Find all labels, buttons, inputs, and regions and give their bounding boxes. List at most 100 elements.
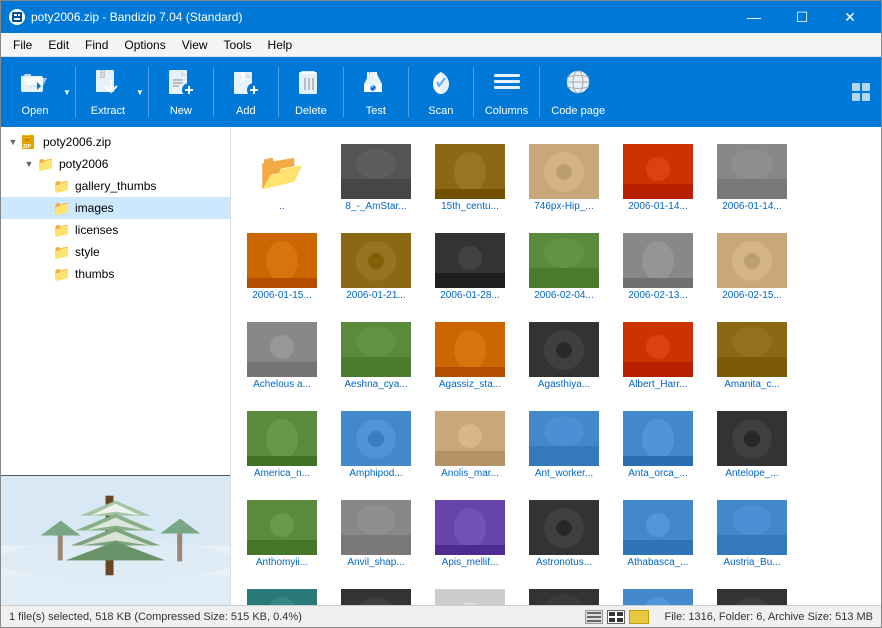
tree-item-style[interactable]: 📁 style bbox=[1, 241, 230, 263]
file-item[interactable]: 2006-02-13... bbox=[613, 222, 703, 307]
file-item[interactable]: Black-head... bbox=[519, 578, 609, 605]
file-item[interactable]: Apis_mellif... bbox=[425, 489, 515, 574]
file-thumbnail bbox=[247, 233, 317, 288]
menu-options[interactable]: Options bbox=[116, 36, 173, 54]
new-button[interactable]: New bbox=[151, 60, 211, 124]
open-arrow[interactable]: ▼ bbox=[61, 84, 73, 101]
file-thumbnail bbox=[247, 322, 317, 377]
file-thumbnail bbox=[529, 500, 599, 555]
file-thumbnail bbox=[247, 589, 317, 605]
file-item[interactable]: Albert_Harr... bbox=[613, 311, 703, 396]
file-thumbnail bbox=[529, 411, 599, 466]
file-item[interactable]: 2006-01-14... bbox=[707, 133, 797, 218]
tree-item-licenses[interactable]: 📁 licenses bbox=[1, 219, 230, 241]
file-item[interactable]: 2006-02-04... bbox=[519, 222, 609, 307]
extract-icon bbox=[92, 68, 124, 101]
preview-panel bbox=[1, 475, 230, 605]
folder-icon-thumbs: 📁 bbox=[53, 265, 71, 283]
file-item[interactable]: Boelge_sto... bbox=[613, 578, 703, 605]
file-item[interactable]: Anvil_shap... bbox=[331, 489, 421, 574]
file-item[interactable]: Aeshna_cya... bbox=[331, 311, 421, 396]
menu-edit[interactable]: Edit bbox=[40, 36, 77, 54]
menu-tools[interactable]: Tools bbox=[216, 36, 260, 54]
extract-button[interactable]: Extract bbox=[78, 60, 138, 124]
menu-view[interactable]: View bbox=[174, 36, 216, 54]
file-item[interactable]: Brazilian_N... bbox=[707, 578, 797, 605]
tree-label-images: images bbox=[75, 201, 114, 215]
toolbar: Open ▼ Extract bbox=[1, 57, 881, 127]
file-item[interactable]: 📂.. bbox=[237, 133, 327, 218]
test-icon bbox=[360, 68, 392, 101]
file-name-label: 2006-01-14... bbox=[722, 201, 782, 213]
close-button[interactable]: ✕ bbox=[827, 1, 873, 33]
file-name-label: 8_-_AmStar... bbox=[345, 201, 406, 213]
main-area: ▼ ZIP poty2006.zip ▼ bbox=[1, 127, 881, 605]
status-bar: 1 file(s) selected, 518 KB (Compressed S… bbox=[1, 605, 881, 627]
menu-file[interactable]: File bbox=[5, 36, 40, 54]
file-item[interactable]: Athabasca_... bbox=[613, 489, 703, 574]
status-color-icon[interactable] bbox=[629, 610, 649, 624]
file-name-label: Agasthiya... bbox=[538, 379, 590, 391]
view-list-icon[interactable] bbox=[585, 610, 603, 624]
file-name-label: Amphipod... bbox=[349, 468, 402, 480]
file-item[interactable]: Achelous a... bbox=[237, 311, 327, 396]
file-item[interactable]: Ant_worker... bbox=[519, 400, 609, 485]
tree-toggle-licenses bbox=[37, 222, 53, 238]
file-item[interactable]: 2006-01-21... bbox=[331, 222, 421, 307]
maximize-button[interactable]: ☐ bbox=[779, 1, 825, 33]
open-icon bbox=[19, 68, 51, 101]
file-item[interactable]: Bill_Thom... bbox=[331, 578, 421, 605]
file-item[interactable]: 2006-02-15... bbox=[707, 222, 797, 307]
file-name-label: Achelous a... bbox=[253, 379, 311, 391]
menu-help[interactable]: Help bbox=[260, 36, 301, 54]
add-button[interactable]: Add bbox=[216, 60, 276, 124]
tree-item-thumbs[interactable]: 📁 thumbs bbox=[1, 263, 230, 285]
file-item[interactable]: Astronotus... bbox=[519, 489, 609, 574]
file-thumbnail bbox=[529, 233, 599, 288]
file-item[interactable]: 2006-01-15... bbox=[237, 222, 327, 307]
tree-toggle-poty2006[interactable]: ▼ bbox=[21, 156, 37, 172]
menu-find[interactable]: Find bbox=[77, 36, 116, 54]
file-item[interactable]: America_n... bbox=[237, 400, 327, 485]
sep4 bbox=[278, 67, 279, 117]
file-item[interactable]: Anta_orca_... bbox=[613, 400, 703, 485]
add-label: Add bbox=[236, 105, 256, 117]
tree-item-images[interactable]: 📁 images bbox=[1, 197, 230, 219]
file-item[interactable]: Anolis_mar... bbox=[425, 400, 515, 485]
file-item[interactable]: Amanita_c... bbox=[707, 311, 797, 396]
file-item[interactable]: Bismuth_cr... bbox=[425, 578, 515, 605]
file-item[interactable]: Berlin_Worl... bbox=[237, 578, 327, 605]
extract-arrow[interactable]: ▼ bbox=[134, 84, 146, 101]
codepage-button[interactable]: Code page bbox=[542, 60, 614, 124]
minimize-button[interactable]: — bbox=[731, 1, 777, 33]
view-toggle-icon[interactable] bbox=[851, 82, 871, 102]
file-item[interactable]: 2006-01-28... bbox=[425, 222, 515, 307]
tree-item-zip[interactable]: ▼ ZIP poty2006.zip bbox=[1, 131, 230, 153]
view-grid-icon[interactable] bbox=[607, 610, 625, 624]
folder-icon-gallery: 📁 bbox=[53, 177, 71, 195]
file-item[interactable]: Antelope_... bbox=[707, 400, 797, 485]
tree-toggle-zip[interactable]: ▼ bbox=[5, 134, 21, 150]
file-item[interactable]: Agasthiya... bbox=[519, 311, 609, 396]
open-button[interactable]: Open bbox=[5, 60, 65, 124]
file-item[interactable]: 2006-01-14... bbox=[613, 133, 703, 218]
file-item[interactable]: 15th_centu... bbox=[425, 133, 515, 218]
tree-label-thumbs: thumbs bbox=[75, 267, 114, 281]
file-item[interactable]: 8_-_AmStar... bbox=[331, 133, 421, 218]
test-button[interactable]: Test bbox=[346, 60, 406, 124]
tree-item-poty2006[interactable]: ▼ 📁 poty2006 bbox=[1, 153, 230, 175]
file-item[interactable]: Amphipod... bbox=[331, 400, 421, 485]
delete-button[interactable]: Delete bbox=[281, 60, 341, 124]
file-thumbnail bbox=[247, 411, 317, 466]
tree-item-gallery[interactable]: 📁 gallery_thumbs bbox=[1, 175, 230, 197]
file-thumbnail bbox=[435, 500, 505, 555]
file-item[interactable]: Agassiz_sta... bbox=[425, 311, 515, 396]
file-item[interactable]: 746px-Hip_... bbox=[519, 133, 609, 218]
columns-button[interactable]: Columns bbox=[476, 60, 537, 124]
file-name-label: America_n... bbox=[254, 468, 310, 480]
file-name-label: 2006-01-21... bbox=[346, 290, 406, 302]
file-item[interactable]: Austria_Bu... bbox=[707, 489, 797, 574]
file-thumbnail bbox=[717, 500, 787, 555]
file-item[interactable]: Anthomyii... bbox=[237, 489, 327, 574]
scan-button[interactable]: Scan bbox=[411, 60, 471, 124]
